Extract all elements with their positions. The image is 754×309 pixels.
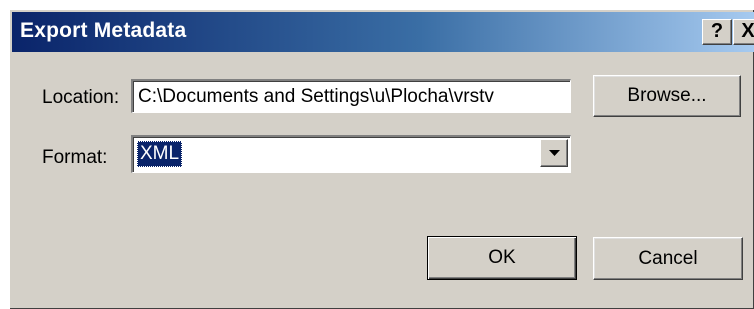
format-label: Format: bbox=[42, 147, 108, 168]
question-mark-icon: ? bbox=[710, 20, 724, 42]
cancel-button[interactable]: Cancel bbox=[593, 237, 743, 280]
browse-button[interactable]: Browse... bbox=[593, 75, 741, 117]
location-value: C:\Documents and Settings\u\Plocha\vrstv bbox=[138, 86, 494, 107]
cancel-button-label: Cancel bbox=[638, 248, 698, 269]
format-select[interactable]: XML bbox=[131, 135, 571, 173]
export-metadata-dialog: Export Metadata ? X Location: C:\Documen… bbox=[9, 9, 754, 309]
window-title: Export Metadata bbox=[20, 19, 187, 42]
format-dropdown-button[interactable] bbox=[540, 139, 568, 167]
format-selected-value: XML bbox=[137, 141, 183, 167]
ok-button[interactable]: OK bbox=[427, 236, 577, 280]
browse-button-label: Browse... bbox=[627, 85, 707, 106]
chevron-down-icon bbox=[549, 150, 560, 156]
location-input[interactable]: C:\Documents and Settings\u\Plocha\vrstv bbox=[131, 79, 571, 113]
close-button[interactable]: X bbox=[733, 19, 754, 45]
help-button[interactable]: ? bbox=[702, 19, 732, 45]
ok-button-label: OK bbox=[488, 247, 516, 268]
location-label: Location: bbox=[42, 87, 120, 108]
title-bar[interactable]: Export Metadata ? X bbox=[12, 12, 754, 52]
close-icon: X bbox=[741, 20, 754, 42]
